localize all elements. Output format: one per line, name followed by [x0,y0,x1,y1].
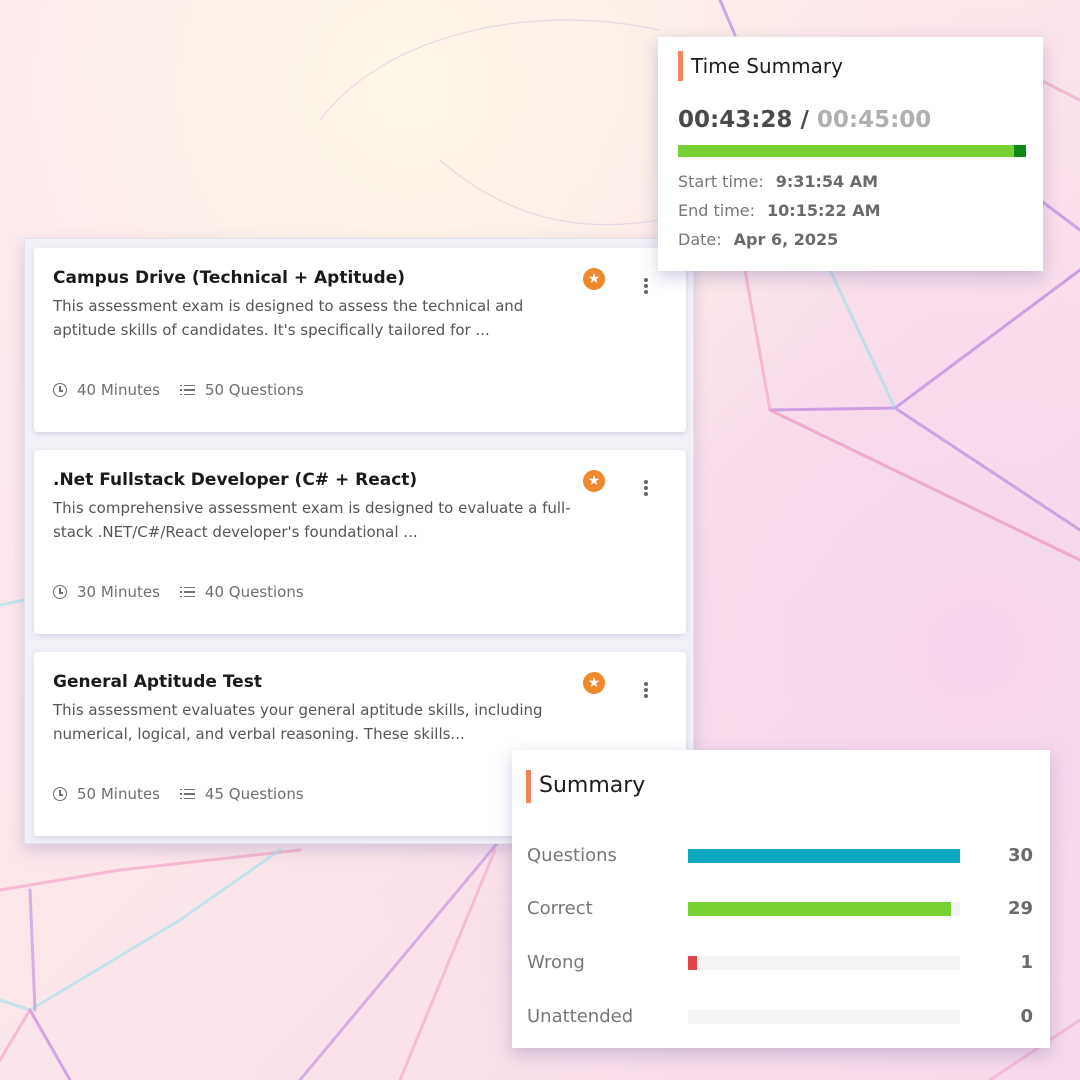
accent-bar [678,51,683,81]
time-summary-panel: Time Summary 00:43:28 / 00:45:00 Start t… [658,37,1043,271]
summary-title: Summary [539,773,646,798]
exam-card[interactable]: .Net Fullstack Developer (C# + React) Th… [34,450,686,634]
summary-bar-track [688,849,960,863]
more-vertical-icon[interactable] [636,680,656,700]
exam-description-line: This assessment exam is designed to asse… [53,297,524,315]
star-icon[interactable]: ★ [583,672,605,694]
clock-icon [53,585,67,599]
timer: 00:43:28 / 00:45:00 [678,107,931,133]
exam-description-line: This assessment evaluates your general a… [53,701,543,719]
time-summary-title: Time Summary [691,54,843,78]
exam-question-count: 40 Questions [204,583,304,601]
exam-title[interactable]: General Aptitude Test [53,672,262,692]
exam-title[interactable]: .Net Fullstack Developer (C# + React) [53,470,417,490]
end-time-row: End time: 10:15:22 AM [678,201,881,220]
start-time-label: Start time: [678,172,764,191]
exam-duration: 40 Minutes [77,381,160,399]
summary-panel: Summary Questions 30 Correct 29 Wrong 1 … [512,750,1050,1048]
summary-label: Correct [527,898,593,919]
exam-description-line: aptitude skills of candidates. It's spec… [53,321,490,339]
time-progress-fill [678,145,1015,157]
summary-count: 0 [1020,1006,1033,1027]
more-vertical-icon[interactable] [636,478,656,498]
list-icon [179,384,195,396]
summary-bar-fill [688,902,951,916]
clock-icon [53,787,67,801]
exam-description: This assessment evaluates your general a… [53,698,583,746]
exam-meta: 40 Minutes 50 Questions [53,380,304,400]
exam-description-line: This comprehensive assessment exam is de… [53,499,571,517]
exam-card[interactable]: Campus Drive (Technical + Aptitude) This… [34,248,686,432]
date-row: Date: Apr 6, 2025 [678,230,838,249]
time-progress-bar [678,145,1026,157]
exam-description: This comprehensive assessment exam is de… [53,496,583,544]
exam-title[interactable]: Campus Drive (Technical + Aptitude) [53,268,405,288]
summary-row-unattended: Unattended 0 [527,1005,1037,1029]
date-label: Date: [678,230,722,249]
exam-meta: 30 Minutes 40 Questions [53,582,304,602]
summary-label: Questions [527,845,617,866]
star-icon[interactable]: ★ [583,268,605,290]
summary-label: Unattended [527,1006,634,1027]
start-time-value: 9:31:54 AM [775,172,879,191]
date-value: Apr 6, 2025 [733,230,839,249]
elapsed-time: 00:43:28 [678,107,793,133]
summary-label: Wrong [527,952,585,973]
summary-count: 1 [1020,952,1033,973]
summary-row-questions: Questions 30 [527,844,1037,868]
total-time: 00:45:00 [816,107,932,133]
exam-question-count: 45 Questions [204,785,304,803]
more-vertical-icon[interactable] [636,276,656,296]
summary-bar-track [688,902,960,916]
summary-bar-fill [688,849,960,863]
end-time-value: 10:15:22 AM [767,201,881,220]
star-icon[interactable]: ★ [583,470,605,492]
summary-bar-fill [688,956,698,970]
list-icon [179,586,195,598]
start-time-row: Start time: 9:31:54 AM [678,172,878,191]
exam-description-line: numerical, logical, and verbal reasoning… [53,725,465,743]
exam-meta: 50 Minutes 45 Questions [53,784,304,804]
summary-count: 29 [1007,898,1033,919]
summary-row-wrong: Wrong 1 [527,951,1037,975]
summary-bar-track [688,1010,960,1024]
exam-duration: 30 Minutes [77,583,160,601]
exam-duration: 50 Minutes [77,785,160,803]
summary-bar-track [688,956,960,970]
summary-count: 30 [1007,845,1033,866]
clock-icon [53,383,67,397]
exam-description-line: stack .NET/C#/React developer's foundati… [53,523,418,541]
summary-row-correct: Correct 29 [527,897,1037,921]
exam-description: This assessment exam is designed to asse… [53,294,583,342]
end-time-label: End time: [678,201,756,220]
exam-question-count: 50 Questions [204,381,304,399]
accent-bar [526,770,531,803]
list-icon [179,788,195,800]
timer-separator: / [800,107,809,133]
